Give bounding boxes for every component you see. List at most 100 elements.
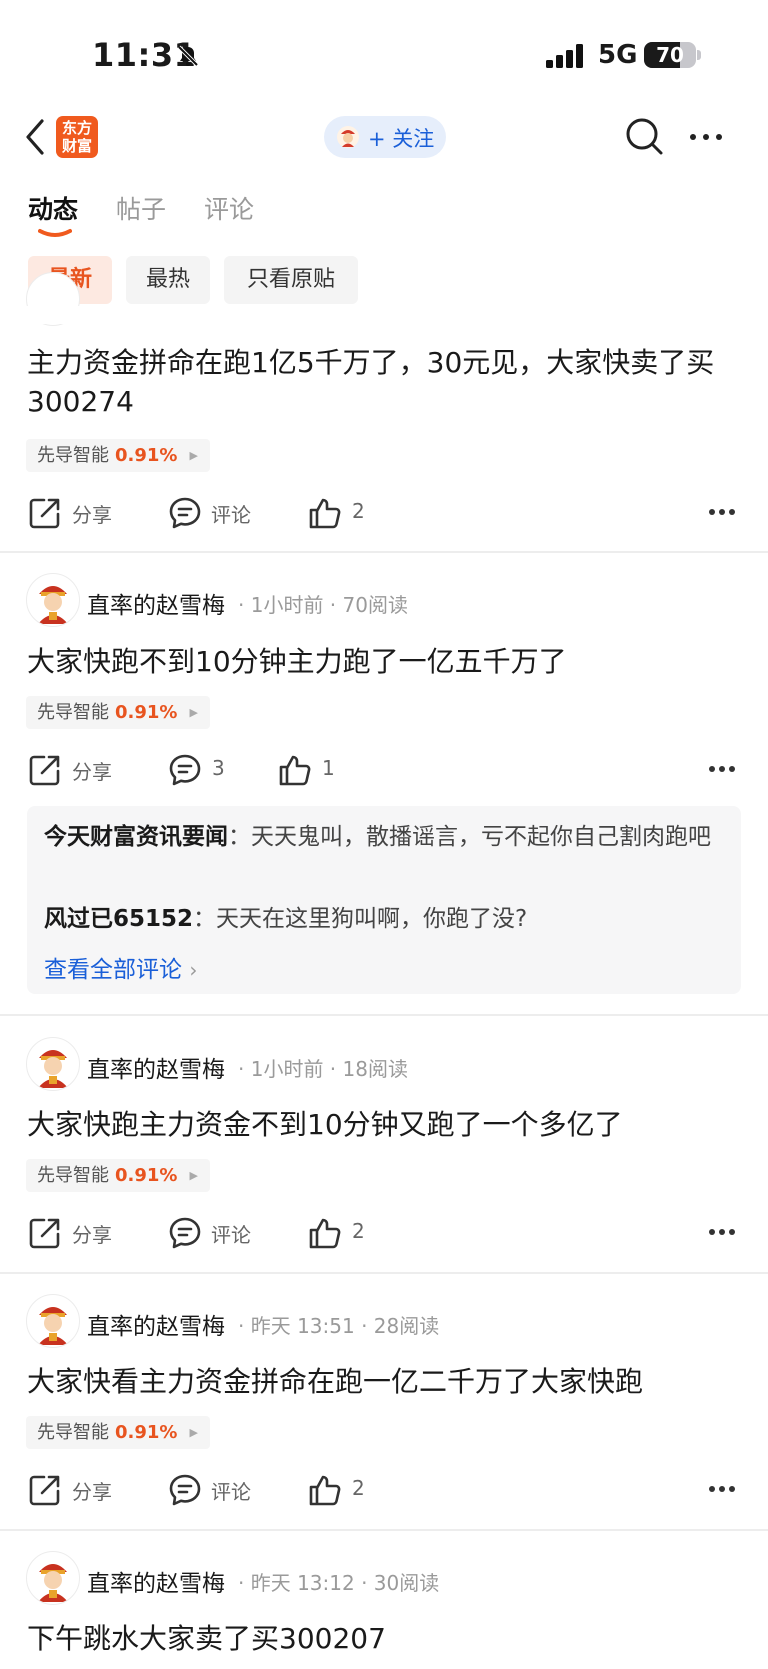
- comment-user[interactable]: 今天财富资讯要闻: [44, 824, 228, 850]
- stock-tag[interactable]: 先导智能 0.91% ▶: [26, 696, 210, 729]
- signal-icon: [546, 44, 583, 68]
- like-count[interactable]: 2: [352, 1219, 365, 1243]
- stock-name: 先导智能: [37, 445, 109, 466]
- comment-icon[interactable]: [168, 753, 202, 787]
- like-icon[interactable]: [308, 1473, 342, 1507]
- comment-icon[interactable]: [168, 496, 202, 530]
- comment-label[interactable]: 评论: [211, 1476, 251, 1505]
- follow-button[interactable]: + 关注: [324, 116, 446, 158]
- post-meta: · 昨天 13:12 · 30阅读: [238, 1571, 440, 1595]
- comment-label[interactable]: 评论: [211, 1219, 251, 1248]
- caret-right-icon: ▶: [189, 706, 198, 719]
- logo-text-top: 东方: [61, 119, 92, 137]
- like-count[interactable]: 2: [352, 499, 365, 523]
- divider: [0, 551, 768, 553]
- filter-original-only[interactable]: 只看原贴: [224, 256, 358, 304]
- network-type: 5G: [598, 40, 638, 70]
- search-icon[interactable]: [624, 116, 664, 156]
- comment-text: 天天在这里狗叫啊，你跑了没?: [216, 906, 528, 932]
- stock-tag[interactable]: 先导智能 0.91% ▶: [26, 1159, 210, 1192]
- more-icon[interactable]: [708, 1485, 736, 1493]
- author-name[interactable]: 直率的赵雪梅: [87, 1564, 225, 1598]
- like-icon[interactable]: [278, 753, 312, 787]
- post-time: 昨天 13:12: [250, 1571, 355, 1595]
- post-reads: 70阅读: [342, 593, 408, 617]
- share-label[interactable]: 分享: [72, 499, 112, 528]
- more-icon[interactable]: [708, 765, 736, 773]
- stock-name: 先导智能: [37, 1165, 109, 1186]
- post-text[interactable]: 大家快跑主力资金不到10分钟又跑了一个多亿了: [27, 1105, 742, 1144]
- stock-tag[interactable]: 先导智能 0.91% ▶: [26, 439, 210, 472]
- avatar[interactable]: [26, 1294, 80, 1348]
- stock-tag[interactable]: 先导智能 0.91% ▶: [26, 1416, 210, 1449]
- battery-indicator: 70: [644, 42, 696, 68]
- like-icon[interactable]: [308, 496, 342, 530]
- more-icon[interactable]: [688, 132, 724, 142]
- caret-right-icon: ▶: [189, 1169, 198, 1182]
- tab-active-indicator: [38, 229, 72, 237]
- post-text[interactable]: 大家快看主力资金拼命在跑一亿二千万了大家快跑: [27, 1362, 742, 1401]
- stock-name: 先导智能: [37, 1422, 109, 1443]
- follow-label: + 关注: [368, 127, 435, 151]
- comment-label[interactable]: 评论: [211, 499, 251, 528]
- like-icon[interactable]: [308, 1216, 342, 1250]
- avatar-icon: [38, 1050, 68, 1088]
- share-icon[interactable]: [28, 1473, 62, 1507]
- post-meta: · 1小时前 · 70阅读: [238, 593, 408, 617]
- author-name[interactable]: 直率的赵雪梅: [87, 1050, 225, 1084]
- chevron-right-icon: ›: [189, 958, 198, 982]
- stock-change: 0.91%: [115, 702, 178, 723]
- battery-nub: [697, 50, 701, 60]
- author-name[interactable]: 直率的赵雪梅: [87, 1307, 225, 1341]
- avatar[interactable]: [26, 1037, 80, 1091]
- avatar[interactable]: [26, 1551, 80, 1605]
- post-meta: · 昨天 13:51 · 28阅读: [238, 1314, 440, 1338]
- stock-change: 0.91%: [115, 1422, 178, 1443]
- post-reads: 18阅读: [342, 1057, 408, 1081]
- post-time: 1小时前: [250, 593, 324, 617]
- avatar[interactable]: [26, 573, 80, 627]
- comment-text: 天天鬼叫，散播谣言，亏不起你自己割肉跑吧: [251, 824, 711, 850]
- app-logo[interactable]: 东方 财富: [56, 116, 98, 158]
- filter-hottest[interactable]: 最热: [126, 256, 210, 304]
- like-count[interactable]: 2: [352, 1476, 365, 1500]
- post-meta: · 1小时前 · 18阅读: [238, 1057, 408, 1081]
- comment-preview[interactable]: 今天财富资讯要闻：天天鬼叫，散播谣言，亏不起你自己割肉跑吧 风过已65152：天…: [27, 806, 741, 994]
- share-icon[interactable]: [28, 1216, 62, 1250]
- divider: [0, 1272, 768, 1274]
- view-all-comments-link[interactable]: 查看全部评论 ›: [44, 950, 197, 984]
- divider: [0, 1014, 768, 1016]
- comment-item[interactable]: 今天财富资讯要闻：天天鬼叫，散播谣言，亏不起你自己割肉跑吧: [44, 820, 725, 854]
- bell-muted-icon: [177, 45, 199, 67]
- back-icon[interactable]: [24, 118, 46, 156]
- avatar-icon: [38, 1564, 68, 1602]
- share-label[interactable]: 分享: [72, 1219, 112, 1248]
- comment-icon[interactable]: [168, 1216, 202, 1250]
- share-label[interactable]: 分享: [72, 1476, 112, 1505]
- post-time: 1小时前: [250, 1057, 324, 1081]
- more-icon[interactable]: [708, 508, 736, 516]
- author-name[interactable]: 直率的赵雪梅: [87, 586, 225, 620]
- stock-change: 0.91%: [115, 445, 178, 466]
- avatar-icon: [38, 586, 68, 624]
- post-reads: 30阅读: [373, 1571, 440, 1595]
- share-icon[interactable]: [28, 753, 62, 787]
- comment-icon[interactable]: [168, 1473, 202, 1507]
- post-time: 昨天 13:51: [250, 1314, 355, 1338]
- post-reads: 28阅读: [373, 1314, 440, 1338]
- post-text[interactable]: 大家快跑不到10分钟主力跑了一亿五千万了: [27, 642, 742, 681]
- tab-comments[interactable]: 评论: [204, 190, 254, 226]
- divider: [0, 1529, 768, 1531]
- more-icon[interactable]: [708, 1228, 736, 1236]
- comment-item[interactable]: 风过已65152：天天在这里狗叫啊，你跑了没?: [44, 902, 725, 936]
- comment-user[interactable]: 风过已65152: [44, 906, 193, 932]
- share-label[interactable]: 分享: [72, 756, 112, 785]
- comment-count[interactable]: 3: [212, 756, 225, 780]
- post-text[interactable]: 主力资金拼命在跑1亿5千万了，30元见，大家快卖了买300274: [27, 343, 742, 421]
- tab-posts[interactable]: 帖子: [116, 190, 166, 226]
- like-count[interactable]: 1: [322, 756, 335, 780]
- share-icon[interactable]: [28, 496, 62, 530]
- tab-dynamic[interactable]: 动态: [28, 190, 78, 226]
- stock-name: 先导智能: [37, 702, 109, 723]
- post-text[interactable]: 下午跳水大家卖了买300207: [27, 1619, 742, 1658]
